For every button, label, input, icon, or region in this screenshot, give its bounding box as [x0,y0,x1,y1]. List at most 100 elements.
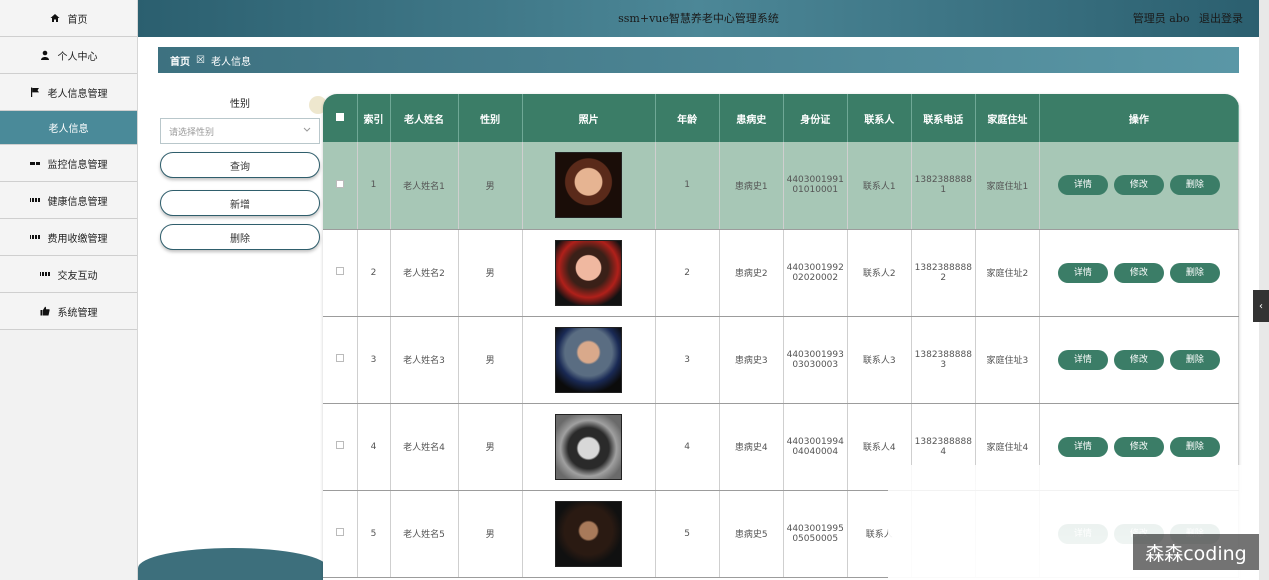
sidebar-item-fees[interactable]: 费用收缴管理 [0,219,137,256]
edit-button[interactable]: 修改 [1113,262,1164,283]
phone-part-2: 3 [940,359,947,370]
sidebar-item-health[interactable]: 健康信息管理 [0,182,137,219]
row-delete-button[interactable]: 删除 [1169,262,1220,283]
id-part-2: 03030003 [792,359,839,370]
row-checkbox[interactable] [335,528,344,536]
chevron-down-icon [303,126,311,136]
detail-button[interactable]: 详情 [1057,262,1108,283]
sidebar-item-label: 监控信息管理 [47,159,108,171]
cell-index: 4 [357,403,391,491]
decorative-wave [138,548,328,580]
row-delete-button[interactable]: 删除 [1169,175,1220,196]
row-checkbox[interactable] [335,441,344,449]
home-icon [50,13,60,23]
cell-index: 1 [357,142,391,230]
col-gender: 性别 [458,94,523,142]
watermark: 森森coding [1133,534,1259,570]
phone-part-1: 1382388888 [914,175,972,186]
cell-id-card: 4403001995 05050005 [783,490,848,578]
query-button[interactable]: 查询 [160,152,320,178]
phone-part-1: 1382388888 [914,349,972,360]
cell-history: 患病史4 [719,403,784,491]
thumbs-up-icon [40,306,50,316]
cell-gender: 男 [458,403,523,491]
cell-contact: 联系人2 [847,229,912,317]
collapse-arrow-icon[interactable]: ‹ [1253,290,1269,322]
breadcrumb: 首页 ☒ 老人信息 [158,47,1239,73]
row-checkbox[interactable] [335,354,344,362]
cell-gender: 男 [458,229,523,317]
add-button[interactable]: 新增 [160,190,320,216]
row-delete-button[interactable]: 删除 [1169,349,1220,370]
elderly-photo[interactable] [555,152,623,219]
cell-contact: 联系人3 [847,316,912,404]
sidebar-item-social[interactable]: 交友互动 [0,256,137,293]
cell-history: 患病史5 [719,490,784,578]
breadcrumb-current: 老人信息 [210,56,251,68]
cell-gender: 男 [458,490,523,578]
cell-address: 家庭住址2 [975,229,1040,317]
edit-button[interactable]: 修改 [1113,436,1164,457]
phone-part-2: 2 [940,272,947,283]
table-row[interactable]: 2 老人姓名2 男 2 患病史2 4403001992 02020002 联系人2… [323,229,1239,317]
cell-phone: 1382388888 2 [911,229,976,317]
sidebar-item-label: 费用收缴管理 [47,233,108,245]
detail-button[interactable]: 详情 [1057,175,1108,196]
sidebar-item-personal-center[interactable]: 个人中心 [0,37,137,74]
sidebar-item-home[interactable]: 首页 [0,0,137,37]
cell-history: 患病史3 [719,316,784,404]
grid-icon [39,269,50,279]
sidebar-item-elderly-info[interactable]: 老人信息 [0,111,137,145]
select-all-cell[interactable] [323,94,358,142]
logout-link[interactable]: 退出登录 [1199,12,1243,25]
elderly-photo[interactable] [555,413,623,480]
cell-history: 患病史2 [719,229,784,317]
id-part-1: 4403001992 [786,262,844,273]
breadcrumb-home[interactable]: 首页 [170,53,190,68]
edit-button[interactable]: 修改 [1113,175,1164,196]
table-row[interactable]: 1 老人姓名1 男 1 患病史1 4403001991 01010001 联系人1… [323,142,1239,230]
elderly-photo[interactable] [555,500,623,567]
id-part-2: 05050005 [792,533,839,544]
sidebar-item-monitoring[interactable]: 监控信息管理 [0,145,137,182]
cell-address: 家庭住址3 [975,316,1040,404]
sidebar-item-system[interactable]: 系统管理 [0,293,137,330]
edit-button[interactable]: 修改 [1113,349,1164,370]
table-row[interactable]: 3 老人姓名3 男 3 患病史3 4403001993 03030003 联系人3… [323,316,1239,404]
elderly-photo[interactable] [555,239,623,306]
cell-index: 2 [357,229,391,317]
cell-gender: 男 [458,142,523,230]
id-part-1: 4403001993 [786,349,844,360]
cell-age: 5 [655,490,720,578]
row-delete-button[interactable]: 删除 [1169,436,1220,457]
col-address: 家庭住址 [975,94,1040,142]
cell-phone: 1382388888 3 [911,316,976,404]
phone-part-1: 1382388888 [914,262,972,273]
detail-button[interactable]: 详情 [1057,436,1108,457]
detail-button[interactable]: 详情 [1057,349,1108,370]
sidebar-item-label: 健康信息管理 [47,196,108,208]
col-contact: 联系人 [847,94,912,142]
select-all-checkbox[interactable] [335,112,344,121]
id-part-1: 4403001995 [786,523,844,534]
col-name: 老人姓名 [390,94,459,142]
cell-index: 3 [357,316,391,404]
flag-icon [30,87,40,97]
cell-id-card: 4403001992 02020002 [783,229,848,317]
delete-button[interactable]: 删除 [160,224,320,250]
id-part-1: 4403001994 [786,436,844,447]
sidebar-item-label: 个人中心 [57,51,98,63]
cell-name: 老人姓名5 [390,490,459,578]
id-part-2: 04040004 [792,446,839,457]
row-checkbox[interactable] [335,267,344,275]
gender-select[interactable]: 请选择性别 [160,118,320,144]
sidebar-item-elderly-management[interactable]: 老人信息管理 [0,74,137,111]
sidebar-item-label: 交友互动 [57,270,98,282]
cell-actions: 详情修改删除 [1039,316,1239,404]
cell-address: 家庭住址1 [975,142,1040,230]
cell-name: 老人姓名3 [390,316,459,404]
phone-part-2: 1 [940,185,947,196]
cell-contact: 联系人1 [847,142,912,230]
elderly-photo[interactable] [555,326,623,393]
row-checkbox[interactable] [335,179,344,188]
